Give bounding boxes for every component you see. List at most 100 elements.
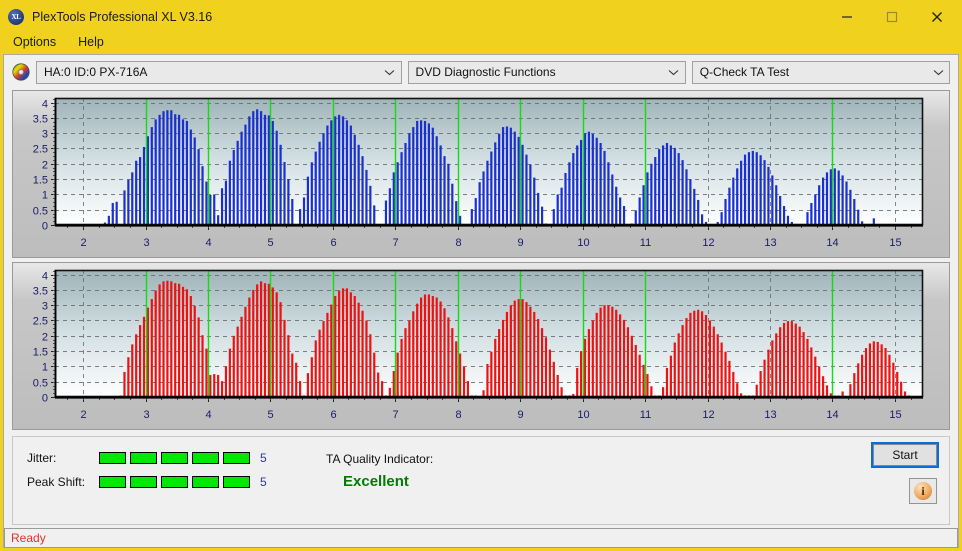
menu-bar: Options Help — [3, 30, 959, 54]
svg-text:1: 1 — [42, 190, 48, 202]
ta-jitter-chart: 0 0.5 1 1.5 2 2.5 3 3.5 4 2 3 4 5 6 7 8 9 10 11 12 13 14 15 — [12, 90, 950, 258]
bar-segment — [130, 476, 157, 488]
info-icon: i — [914, 482, 932, 500]
svg-text:3: 3 — [42, 301, 48, 313]
svg-text:0: 0 — [42, 221, 48, 233]
info-button[interactable]: i — [909, 478, 937, 504]
svg-text:11: 11 — [640, 409, 651, 421]
svg-text:10: 10 — [577, 409, 589, 421]
svg-text:1.5: 1.5 — [33, 347, 48, 359]
svg-text:4: 4 — [205, 409, 211, 421]
bar-segment — [99, 452, 126, 464]
svg-text:7: 7 — [392, 237, 398, 249]
svg-text:0: 0 — [42, 393, 48, 405]
svg-text:0.5: 0.5 — [33, 206, 48, 218]
svg-text:4: 4 — [205, 237, 211, 249]
bar-segment — [161, 452, 188, 464]
svg-text:2.5: 2.5 — [33, 144, 48, 156]
svg-text:3: 3 — [143, 409, 149, 421]
close-icon[interactable] — [914, 3, 959, 30]
ta-peak-shift-chart: 0 0.5 1 1.5 2 2.5 3 3.5 4 2 3 4 5 6 7 8 9 10 11 12 13 14 15 — [12, 262, 950, 430]
drive-select[interactable]: HA:0 ID:0 PX-716A — [36, 60, 402, 84]
svg-text:4: 4 — [42, 99, 48, 111]
peak-shift-label: Peak Shift: — [27, 475, 86, 489]
svg-text:5: 5 — [267, 409, 273, 421]
chevron-down-icon — [929, 69, 947, 76]
svg-text:9: 9 — [517, 237, 523, 249]
svg-text:3.5: 3.5 — [33, 286, 48, 298]
svg-text:4: 4 — [42, 271, 48, 283]
svg-text:10: 10 — [577, 237, 589, 249]
bar-segment — [223, 476, 250, 488]
function-select[interactable]: DVD Diagnostic Functions — [407, 60, 686, 84]
peak-shift-bar-gauge — [99, 476, 250, 488]
ta-quality-label: TA Quality Indicator: — [326, 452, 434, 466]
disc-icon — [12, 63, 30, 81]
peak-shift-value: 5 — [260, 475, 267, 489]
svg-text:6: 6 — [330, 237, 336, 249]
window-title: PlexTools Professional XL V3.16 — [32, 9, 213, 24]
svg-text:2: 2 — [42, 160, 48, 172]
svg-text:9: 9 — [517, 409, 523, 421]
svg-text:12: 12 — [702, 409, 714, 421]
test-select-value: Q-Check TA Test — [699, 65, 790, 79]
bar-segment — [99, 476, 126, 488]
jitter-value: 5 — [260, 451, 267, 465]
svg-text:14: 14 — [826, 237, 838, 249]
svg-text:5: 5 — [267, 237, 273, 249]
window-controls — [824, 3, 959, 30]
svg-text:1: 1 — [42, 362, 48, 374]
peak-shift-row: Peak Shift: 5 — [27, 475, 267, 489]
svg-text:1.5: 1.5 — [33, 175, 48, 187]
test-select[interactable]: Q-Check TA Test — [691, 60, 950, 84]
bar-segment — [192, 452, 219, 464]
start-button[interactable]: Start — [871, 442, 939, 468]
menu-item-options[interactable]: Options — [10, 33, 59, 51]
svg-text:2: 2 — [80, 409, 86, 421]
svg-text:7: 7 — [392, 409, 398, 421]
svg-text:13: 13 — [764, 409, 776, 421]
function-select-value: DVD Diagnostic Functions — [415, 65, 556, 79]
charts-container: 0 0.5 1 1.5 2 2.5 3 3.5 4 2 3 4 5 6 7 8 9 10 11 12 13 14 15 00… — [4, 85, 958, 430]
results-panel: Jitter: 5 Peak Shift: 5 TA Quality Indic… — [12, 436, 950, 525]
svg-text:11: 11 — [640, 237, 651, 249]
bar-segment — [223, 452, 250, 464]
svg-text:8: 8 — [455, 237, 461, 249]
svg-text:2.5: 2.5 — [33, 316, 48, 328]
minimize-icon[interactable] — [824, 3, 869, 30]
jitter-row: Jitter: 5 — [27, 451, 267, 465]
ta-peak-shift-chart-svg: 0 0.5 1 1.5 2 2.5 3 3.5 4 2 3 4 5 6 7 8 9 10 11 12 13 14 15 — [13, 263, 949, 429]
svg-text:0.5: 0.5 — [33, 378, 48, 390]
svg-text:14: 14 — [826, 409, 838, 421]
svg-text:2: 2 — [42, 332, 48, 344]
jitter-label: Jitter: — [27, 451, 57, 465]
status-bar: Ready — [4, 528, 958, 548]
ta-quality-value: Excellent — [343, 473, 409, 490]
svg-text:12: 12 — [702, 237, 714, 249]
ta-jitter-chart-svg: 0 0.5 1 1.5 2 2.5 3 3.5 4 2 3 4 5 6 7 8 9 10 11 12 13 14 15 — [13, 91, 949, 257]
chevron-down-icon — [381, 69, 399, 76]
maximize-icon[interactable] — [869, 3, 914, 30]
client-area: HA:0 ID:0 PX-716A DVD Diagnostic Functio… — [3, 54, 959, 548]
bar-segment — [130, 452, 157, 464]
menu-item-help[interactable]: Help — [75, 33, 107, 51]
svg-text:15: 15 — [889, 409, 901, 421]
drive-select-value: HA:0 ID:0 PX-716A — [44, 65, 148, 79]
svg-text:13: 13 — [764, 237, 776, 249]
selector-toolbar: HA:0 ID:0 PX-716A DVD Diagnostic Functio… — [4, 55, 958, 85]
svg-text:3: 3 — [42, 129, 48, 141]
svg-text:3.5: 3.5 — [33, 114, 48, 126]
xl-logo-icon: XL — [8, 8, 24, 25]
bar-segment — [161, 476, 188, 488]
jitter-bar-gauge — [99, 452, 250, 464]
status-text: Ready — [11, 531, 46, 545]
svg-text:6: 6 — [330, 409, 336, 421]
application-window: XL PlexTools Professional XL V3.16 Optio… — [0, 0, 962, 551]
svg-text:8: 8 — [455, 409, 461, 421]
svg-text:15: 15 — [889, 237, 901, 249]
svg-text:2: 2 — [80, 237, 86, 249]
chevron-down-icon — [665, 69, 683, 76]
bar-segment — [192, 476, 219, 488]
title-bar: XL PlexTools Professional XL V3.16 — [3, 3, 959, 30]
svg-text:3: 3 — [143, 237, 149, 249]
